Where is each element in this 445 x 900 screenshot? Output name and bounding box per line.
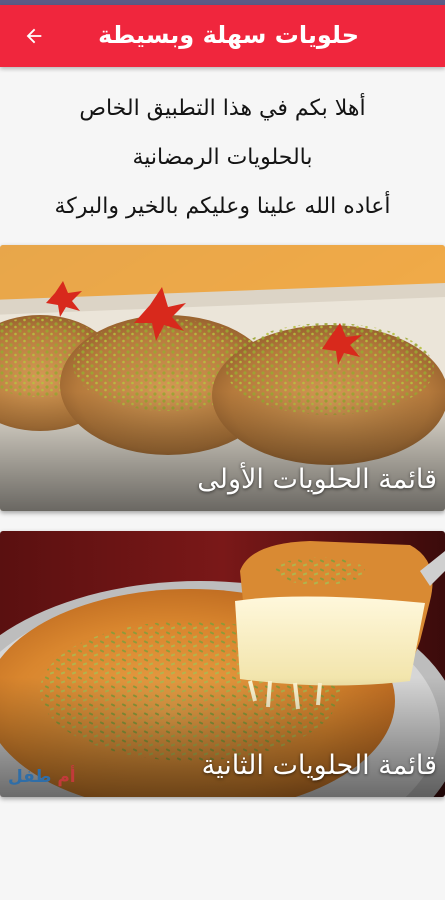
dessert-list-2-label: قائمة الحلويات الثانية <box>201 750 437 781</box>
welcome-line-1: أهلا بكم في هذا التطبيق الخاص <box>79 96 366 121</box>
app-bar: حلويات سهلة وبسيطة <box>0 5 445 67</box>
dessert-list-1-card[interactable]: قائمة الحلويات الأولى <box>0 245 445 511</box>
dessert-list-2-card[interactable]: أم طفل قائمة الحلويات الثانية <box>0 531 445 797</box>
welcome-line-2: بالحلويات الرمضانية <box>132 145 313 170</box>
back-button[interactable] <box>18 20 50 52</box>
welcome-message: أهلا بكم في هذا التطبيق الخاص بالحلويات … <box>0 84 445 231</box>
app-title: حلويات سهلة وبسيطة <box>98 21 359 49</box>
arrow-back-icon <box>26 28 42 44</box>
watermark-logo: أم طفل <box>8 767 76 787</box>
dessert-list-1-label: قائمة الحلويات الأولى <box>197 464 437 495</box>
welcome-line-3: أعاده الله علينا وعليكم بالخير والبركة <box>54 194 391 219</box>
